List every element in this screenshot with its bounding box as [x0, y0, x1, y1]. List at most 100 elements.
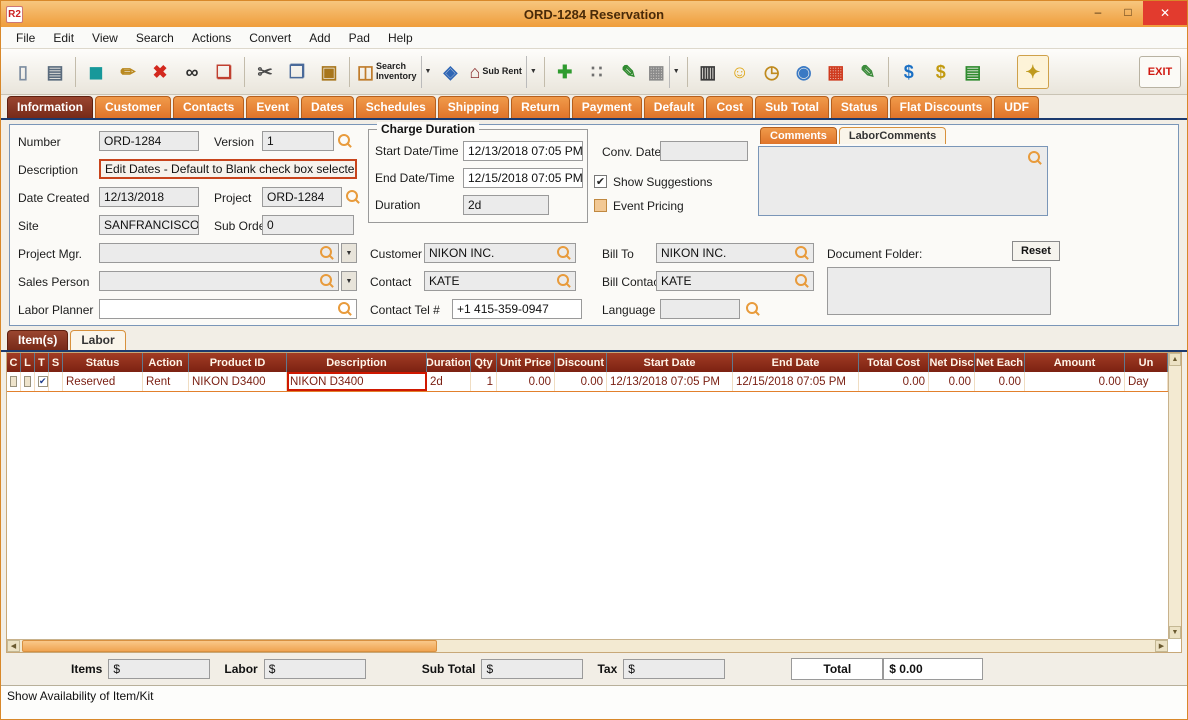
horizontal-scroll-thumb[interactable] — [22, 640, 437, 652]
customer-field[interactable]: NIKON INC. — [424, 243, 576, 263]
menu-actions[interactable]: Actions — [183, 29, 240, 47]
search-inventory-dropdown[interactable]: ▼ — [420, 55, 431, 88]
key-button[interactable]: ✦ — [1016, 54, 1049, 89]
column-header-discount[interactable]: Discount — [555, 353, 607, 372]
column-header-description[interactable]: Description — [287, 353, 427, 372]
clock-button[interactable]: ◷ — [756, 55, 788, 89]
smiley-button[interactable]: ☺ — [724, 55, 756, 89]
row-checkbox[interactable] — [10, 376, 17, 387]
column-header-t[interactable]: T — [35, 353, 49, 372]
tab-shipping[interactable]: Shipping — [437, 96, 510, 118]
column-header-product-id[interactable]: Product ID — [189, 353, 287, 372]
edit-note-button[interactable]: ✎ — [613, 55, 645, 89]
cell-start-date[interactable]: 12/13/2018 07:05 PM — [607, 372, 733, 391]
cell-s[interactable] — [49, 372, 63, 391]
sales-person-field[interactable] — [99, 271, 339, 291]
cell-qty[interactable]: 1 — [471, 372, 497, 391]
column-header-duration[interactable]: Duration — [427, 353, 471, 372]
comments-tab-comments[interactable]: Comments — [760, 127, 837, 144]
tab-schedules[interactable]: Schedules — [355, 96, 436, 118]
export-notes-button[interactable]: ❏ — [208, 55, 240, 89]
group-items-button[interactable]: ∷ — [581, 55, 613, 89]
maximize-button[interactable]: □ — [1113, 1, 1143, 23]
cell-t[interactable]: ✔ — [35, 372, 49, 391]
vertical-scrollbar[interactable]: ▲ ▼ — [1168, 353, 1181, 639]
end-datetime-field[interactable]: 12/15/2018 07:05 PM — [463, 168, 583, 188]
comments-box[interactable] — [758, 146, 1048, 216]
tab-flat-discounts[interactable]: Flat Discounts — [889, 96, 993, 118]
tab-default[interactable]: Default — [643, 96, 705, 118]
date-created-field[interactable]: 12/13/2018 — [99, 187, 199, 207]
project-mgr-magnifier-icon[interactable] — [320, 246, 334, 260]
reset-button[interactable]: Reset — [1012, 241, 1060, 261]
column-header-net-each[interactable]: Net Each — [975, 353, 1025, 372]
column-header-net-disc[interactable]: Net Disc — [929, 353, 975, 372]
tab-customer[interactable]: Customer — [95, 96, 172, 118]
menu-file[interactable]: File — [7, 29, 44, 47]
cell-c[interactable] — [7, 372, 21, 391]
project-mgr-dropdown[interactable]: ▼ — [341, 243, 357, 263]
cell-un[interactable]: Day — [1125, 372, 1168, 391]
project-field[interactable]: ORD-1284 — [262, 187, 342, 207]
cut-button[interactable]: ✂ — [249, 55, 281, 89]
grand-total-field[interactable]: $ 0.00 — [883, 658, 984, 680]
cash-register-button[interactable]: ▤ — [957, 55, 989, 89]
sub-rent-button[interactable]: ⌂ Sub Rent ▼ — [466, 55, 539, 89]
menu-help[interactable]: Help — [379, 29, 422, 47]
tab-dates[interactable]: Dates — [301, 96, 354, 118]
row-checkbox-checked[interactable]: ✔ — [38, 376, 48, 387]
contact-field[interactable]: KATE — [424, 271, 576, 291]
cell-product-id[interactable]: NIKON D3400 — [189, 372, 287, 391]
project-magnifier-icon[interactable] — [346, 190, 360, 204]
cell-amount[interactable]: 0.00 — [1025, 372, 1125, 391]
duration-field[interactable]: 2d — [463, 195, 549, 215]
search-inventory-button[interactable]: ◫ Search Inventory ▼ — [354, 55, 434, 89]
new-document-button[interactable]: ▯ — [7, 55, 39, 89]
cell-net-each[interactable]: 0.00 — [975, 372, 1025, 391]
copy-button[interactable]: ❐ — [281, 55, 313, 89]
shapes-filter-button[interactable]: ◈ — [434, 55, 466, 89]
tab-status[interactable]: Status — [830, 96, 888, 118]
cell-duration[interactable]: 2d — [427, 372, 471, 391]
scroll-right-button[interactable]: ▶ — [1155, 640, 1168, 652]
site-field[interactable]: SANFRANCISCO — [99, 215, 199, 235]
column-header-un[interactable]: Un — [1125, 353, 1168, 372]
tax-field[interactable]: $ — [623, 659, 726, 679]
sales-person-dropdown[interactable]: ▼ — [341, 271, 357, 291]
disc-button[interactable]: ◉ — [788, 55, 820, 89]
money-button[interactable]: $ — [925, 55, 957, 89]
edit-button[interactable]: ✏ — [112, 55, 144, 89]
scroll-down-button[interactable]: ▼ — [1169, 626, 1181, 639]
version-field[interactable]: 1 — [262, 131, 334, 151]
comments-tab-laborcomments[interactable]: LaborComments — [838, 127, 947, 144]
start-datetime-field[interactable]: 12/13/2018 07:05 PM — [463, 141, 583, 161]
menu-search[interactable]: Search — [127, 29, 183, 47]
add-item-button[interactable]: ✚ — [549, 55, 581, 89]
tab-udf[interactable]: UDF — [994, 96, 1039, 118]
cube-button[interactable]: ▦ — [820, 55, 852, 89]
language-magnifier-icon[interactable] — [746, 302, 760, 316]
dollar-transfer-button[interactable]: $ — [893, 55, 925, 89]
column-header-amount[interactable]: Amount — [1025, 353, 1125, 372]
find-binoculars-button[interactable]: ∞ — [176, 55, 208, 89]
cell-end-date[interactable]: 12/15/2018 07:05 PM — [733, 372, 859, 391]
column-header-end-date[interactable]: End Date — [733, 353, 859, 372]
contact-tel-field[interactable]: +1 415-359-0947 — [452, 299, 582, 319]
minimize-button[interactable]: – — [1083, 1, 1113, 23]
notes-button[interactable]: ✎ — [852, 55, 884, 89]
bill-contact-field[interactable]: KATE — [656, 271, 814, 291]
column-header-start-date[interactable]: Start Date — [607, 353, 733, 372]
menu-add[interactable]: Add — [300, 29, 339, 47]
horizontal-scroll-track[interactable] — [437, 640, 1155, 652]
row-checkbox[interactable] — [24, 376, 31, 387]
menu-edit[interactable]: Edit — [44, 29, 83, 47]
items-total-field[interactable]: $ — [108, 659, 211, 679]
show-suggestions-checkbox[interactable]: ✔ — [594, 175, 607, 188]
column-header-s[interactable]: S — [49, 353, 63, 372]
barcode-print-button[interactable]: ▥ — [692, 55, 724, 89]
version-magnifier-icon[interactable] — [338, 134, 352, 148]
comments-magnifier-icon[interactable] — [1028, 151, 1042, 165]
sub-orders-field[interactable]: 0 — [262, 215, 354, 235]
table-row[interactable]: ✔ Reserved Rent NIKON D3400 NIKON D3400 2d 1 0.… — [7, 372, 1168, 392]
tab-sub-total[interactable]: Sub Total — [755, 96, 829, 118]
